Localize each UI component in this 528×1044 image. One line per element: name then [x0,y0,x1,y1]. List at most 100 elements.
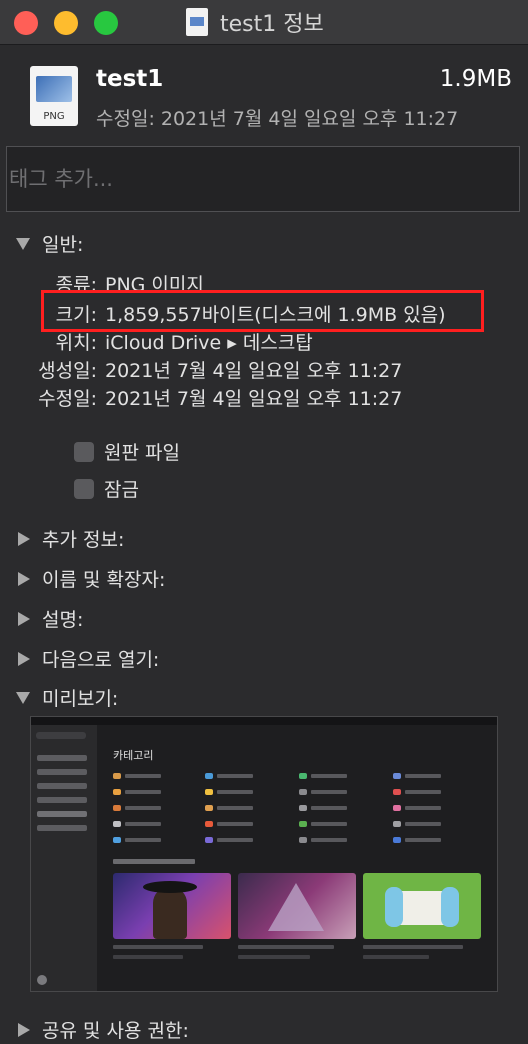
section-open-with[interactable]: 다음으로 열기: [16,645,159,672]
preview-category-label [125,822,161,826]
preview-hat-figure [143,881,197,893]
disclosure-right-icon[interactable] [18,1022,30,1037]
modified-value: 2021년 7월 4일 일요일 오후 11:27 [105,388,403,410]
zoom-button[interactable] [94,11,118,35]
preview-card [363,873,481,939]
section-comments[interactable]: 설명: [16,605,83,632]
preview-category-label [405,822,441,826]
tags-input[interactable] [6,146,520,212]
preview-category-icon [299,789,307,795]
preview-menubar [31,717,497,725]
preview-caption [113,955,183,959]
preview-category-icon [393,773,401,779]
locked-checkbox[interactable] [74,478,94,499]
where-row: 위치: iCloud Drive ▸ 데스크탑 [0,328,313,355]
preview-category-icon [205,773,213,779]
preview-category-icon [205,789,213,795]
preview-category-label [217,822,253,826]
preview-caption [113,945,203,949]
section-sharing-permissions[interactable]: 공유 및 사용 권한: [16,1016,189,1043]
preview-sidebar-item [37,769,87,775]
preview-category-label [405,790,441,794]
file-extension-label: PNG [43,111,65,122]
preview-category-icon [393,837,401,843]
modified-label: 수정일: [38,388,97,410]
created-row: 생성일: 2021년 7월 4일 일요일 오후 11:27 [0,356,402,383]
preview-category-label [125,838,161,842]
preview-main: 카테고리 [97,725,497,991]
disclosure-down-icon[interactable] [16,237,30,250]
preview-category-label [311,806,347,810]
preview-category-label [217,790,253,794]
preview-person-figure [153,887,187,939]
minimize-button[interactable] [54,11,78,35]
preview-card [238,873,356,939]
created-value: 2021년 7월 4일 일요일 오후 11:27 [105,360,403,382]
preview-category-label [311,790,347,794]
disclosure-right-icon[interactable] [18,571,30,586]
preview-category-label [217,838,253,842]
preview-category-label [405,838,441,842]
created-label: 생성일: [38,360,97,382]
png-document-icon: PNG [30,66,78,126]
preview-category-label [405,806,441,810]
title-bar: test1 정보 [0,0,528,45]
preview-category-icon [393,789,401,795]
preview-caption [363,955,429,959]
preview-sidebar-item [37,797,87,803]
preview-category-icon [113,773,121,779]
png-file-icon [186,8,208,36]
window-title: test1 정보 [186,6,324,38]
section-name-extension-label: 이름 및 확장자: [42,569,166,591]
preview-category-icon [113,789,121,795]
section-comments-label: 설명: [42,609,84,631]
preview-category-icon [205,837,213,843]
preview-caption [363,945,463,949]
window-title-text: test1 정보 [220,12,324,37]
preview-category-label [311,774,347,778]
disclosure-right-icon[interactable] [18,651,30,666]
preview-category-icon [299,805,307,811]
preview-prism-figure [268,883,324,931]
preview-glove-figure [441,887,459,927]
stationery-checkbox[interactable] [74,441,94,462]
disclosure-down-icon[interactable] [16,691,30,704]
disclosure-right-icon[interactable] [18,531,30,546]
disclosure-right-icon[interactable] [18,611,30,626]
where-label: 위치: [55,332,97,354]
stationery-label: 원판 파일 [104,442,180,464]
image-preview-icon [36,76,72,102]
preview-sidebar [31,725,97,991]
preview-category-label [217,806,253,810]
close-button[interactable] [14,11,38,35]
preview-category-label [405,774,441,778]
where-value: iCloud Drive ▸ 데스크탑 [105,332,313,354]
preview-category-icon [113,821,121,827]
preview-caption [238,955,310,959]
section-preview-label: 미리보기: [42,688,119,710]
section-preview[interactable]: 미리보기: [16,684,118,711]
preview-category-icon [205,805,213,811]
locked-label: 잠금 [104,479,139,501]
preview-category-label [125,806,161,810]
preview-category-label [311,822,347,826]
file-size: 1.9MB [439,66,512,92]
section-more-info[interactable]: 추가 정보: [16,525,124,552]
section-general[interactable]: 일반: [16,230,83,257]
preview-card [113,873,231,939]
preview-category-label [217,774,253,778]
preview-category-label [125,790,161,794]
section-general-label: 일반: [42,234,84,256]
size-highlight-box [41,290,484,332]
modified-row: 수정일: 2021년 7월 4일 일요일 오후 11:27 [0,384,402,411]
locked-checkbox-row[interactable]: 잠금 [74,475,139,502]
preview-category-icon [393,805,401,811]
section-name-extension[interactable]: 이름 및 확장자: [16,565,165,592]
file-header: PNG test1 1.9MB 수정일: 2021년 7월 4일 일요일 오후 … [0,44,528,140]
image-preview: 카테고리 [30,716,498,992]
stationery-checkbox-row[interactable]: 원판 파일 [74,438,180,465]
preview-sidebar-item [37,811,87,817]
preview-category-icon [113,805,121,811]
preview-category-label [311,838,347,842]
preview-heading: 카테고리 [113,749,154,762]
